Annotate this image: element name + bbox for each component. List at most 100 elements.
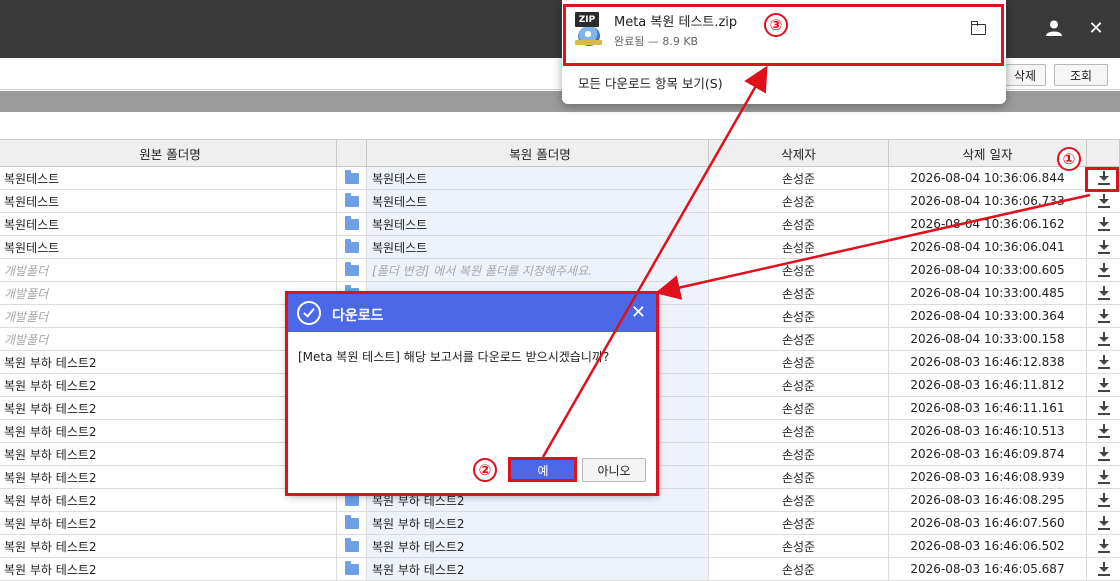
cell-deleted-by: 손성준 <box>709 167 889 189</box>
cell-deleted-by: 손성준 <box>709 489 889 511</box>
cell-deleted-date: 2026-08-04 10:36:06.844 <box>889 167 1087 189</box>
dialog-message: [Meta 복원 테스트] 해당 보고서를 다운로드 받으시겠습니까? <box>298 350 610 364</box>
download-icon[interactable] <box>1087 213 1120 235</box>
search-button[interactable]: 조회 <box>1054 64 1108 86</box>
close-icon[interactable]: ✕ <box>631 302 646 323</box>
table-row[interactable]: 복원 부하 테스트2 복원 부하 테스트2 손성준 2026-08-03 16:46:… <box>0 535 1120 558</box>
cell-restore-folder: 복원테스트 <box>367 236 709 258</box>
cell-restore-folder: 복원테스트 <box>367 167 709 189</box>
step-2-badge: ② <box>473 458 497 482</box>
zip-file-icon: ZIP <box>575 12 602 46</box>
folder-icon[interactable] <box>337 167 367 189</box>
download-status: 완료됨 — 8.9 KB <box>614 35 699 48</box>
folder-icon[interactable] <box>337 213 367 235</box>
download-icon[interactable] <box>1087 512 1120 534</box>
cell-deleted-date: 2026-08-04 10:33:00.605 <box>889 259 1087 281</box>
cell-deleted-by: 손성준 <box>709 512 889 534</box>
table-row[interactable]: 복원테스트 복원테스트 손성준 2026-08-04 10:36:06.844 <box>0 167 1120 190</box>
cell-deleted-by: 손성준 <box>709 259 889 281</box>
user-icon[interactable] <box>1044 18 1064 38</box>
download-icon[interactable] <box>1087 489 1120 511</box>
download-icon[interactable] <box>1087 236 1120 258</box>
cell-orig-folder: 복원 부하 테스트2 <box>0 535 337 557</box>
cell-restore-folder: 복원 부하 테스트2 <box>367 535 709 557</box>
topbar-actions: ✕ <box>1044 18 1106 39</box>
folder-icon[interactable] <box>337 259 367 281</box>
cell-orig-folder: 복원 부하 테스트2 <box>0 558 337 580</box>
download-icon[interactable] <box>1087 443 1120 465</box>
download-icon[interactable] <box>1087 351 1120 373</box>
cell-orig-folder: 복원테스트 <box>0 236 337 258</box>
download-icon[interactable] <box>1087 535 1120 557</box>
cell-deleted-date: 2026-08-03 16:46:11.812 <box>889 374 1087 396</box>
cell-deleted-by: 손성준 <box>709 374 889 396</box>
cell-deleted-by: 손성준 <box>709 420 889 442</box>
cell-orig-folder: 개발폴더 <box>0 259 337 281</box>
no-button[interactable]: 아니오 <box>582 458 646 482</box>
delete-button[interactable]: 삭제 <box>1004 64 1046 86</box>
cell-restore-folder: 복원테스트 <box>367 213 709 235</box>
folder-icon[interactable] <box>337 236 367 258</box>
cell-deleted-by: 손성준 <box>709 190 889 212</box>
yes-button[interactable]: 예 <box>509 458 577 482</box>
cell-deleted-date: 2026-08-04 10:33:00.158 <box>889 328 1087 350</box>
cell-deleted-date: 2026-08-04 10:33:00.364 <box>889 305 1087 327</box>
header-orig-folder[interactable]: 원본 폴더명 <box>0 140 337 166</box>
cell-deleted-date: 2026-08-03 16:46:11.161 <box>889 397 1087 419</box>
cell-orig-folder: 복원테스트 <box>0 167 337 189</box>
download-icon[interactable] <box>1087 374 1120 396</box>
cell-deleted-by: 손성준 <box>709 351 889 373</box>
download-icon[interactable] <box>1087 259 1120 281</box>
download-icon[interactable] <box>1087 420 1120 442</box>
step-3-badge: ③ <box>764 13 788 37</box>
download-icon[interactable] <box>1087 466 1120 488</box>
cell-deleted-by: 손성준 <box>709 535 889 557</box>
table-row[interactable]: 복원테스트 복원테스트 손성준 2026-08-04 10:36:06.733 <box>0 190 1120 213</box>
download-icon[interactable] <box>1087 328 1120 350</box>
folder-icon[interactable] <box>970 21 988 37</box>
cell-deleted-date: 2026-08-03 16:46:12.838 <box>889 351 1087 373</box>
download-icon[interactable] <box>1087 282 1120 304</box>
cell-deleted-by: 손성준 <box>709 282 889 304</box>
download-icon[interactable] <box>1087 190 1120 212</box>
cell-deleted-date: 2026-08-03 16:46:08.939 <box>889 466 1087 488</box>
check-circle-icon <box>297 301 321 325</box>
folder-icon[interactable] <box>337 558 367 580</box>
cell-deleted-date: 2026-08-03 16:46:05.687 <box>889 558 1087 580</box>
grid-header: 원본 폴더명 복원 폴더명 삭제자 삭제 일자 <box>0 139 1120 167</box>
table-row[interactable]: 복원테스트 복원테스트 손성준 2026-08-04 10:36:06.041 <box>0 236 1120 259</box>
table-row[interactable]: 개발폴더 [폴더 변경] 에서 복원 폴더를 지정해주세요. 손성준 2026-08-… <box>0 259 1120 282</box>
cell-orig-folder: 복원 부하 테스트2 <box>0 512 337 534</box>
cell-deleted-by: 손성준 <box>709 213 889 235</box>
cell-deleted-date: 2026-08-03 16:46:06.502 <box>889 535 1087 557</box>
download-icon[interactable] <box>1087 558 1120 580</box>
cell-deleted-date: 2026-08-04 10:36:06.162 <box>889 213 1087 235</box>
table-row[interactable]: 복원 부하 테스트2 복원 부하 테스트2 손성준 2026-08-03 16:46:… <box>0 512 1120 535</box>
show-all-downloads-link[interactable]: 모든 다운로드 항목 보기(S) <box>578 73 723 92</box>
download-icon[interactable] <box>1087 167 1120 189</box>
cell-deleted-by: 손성준 <box>709 328 889 350</box>
cell-restore-folder: 복원테스트 <box>367 190 709 212</box>
download-file-name[interactable]: Meta 복원 테스트.zip <box>614 11 737 30</box>
step-1-badge: ① <box>1057 147 1081 171</box>
folder-icon[interactable] <box>337 190 367 212</box>
download-confirm-dialog: 다운로드 ✕ [Meta 복원 테스트] 해당 보고서를 다운로드 받으시겠습니… <box>287 293 657 494</box>
cell-deleted-by: 손성준 <box>709 558 889 580</box>
download-icon[interactable] <box>1087 305 1120 327</box>
cell-deleted-date: 2026-08-03 16:46:08.295 <box>889 489 1087 511</box>
cell-deleted-by: 손성준 <box>709 305 889 327</box>
dialog-header: 다운로드 ✕ <box>288 294 656 332</box>
table-row[interactable]: 복원테스트 복원테스트 손성준 2026-08-04 10:36:06.162 <box>0 213 1120 236</box>
header-restore-folder[interactable]: 복원 폴더명 <box>367 140 709 166</box>
header-deleted-by[interactable]: 삭제자 <box>709 140 889 166</box>
table-row[interactable]: 복원 부하 테스트2 복원 부하 테스트2 손성준 2026-08-03 16:46:… <box>0 558 1120 581</box>
close-icon[interactable]: ✕ <box>1086 18 1106 39</box>
cell-deleted-date: 2026-08-04 10:36:06.733 <box>889 190 1087 212</box>
cell-deleted-date: 2026-08-03 16:46:10.513 <box>889 420 1087 442</box>
folder-icon[interactable] <box>337 512 367 534</box>
folder-icon[interactable] <box>337 535 367 557</box>
cell-restore-folder: 복원 부하 테스트2 <box>367 558 709 580</box>
download-icon[interactable] <box>1087 397 1120 419</box>
cell-orig-folder: 복원테스트 <box>0 190 337 212</box>
cell-orig-folder: 복원테스트 <box>0 213 337 235</box>
